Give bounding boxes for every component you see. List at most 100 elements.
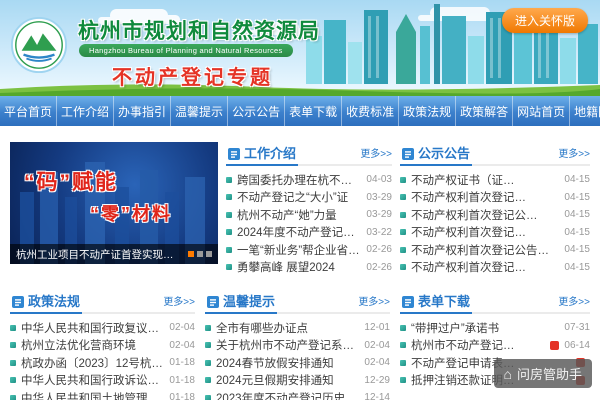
panel-announcements: 公示公告 更多>> 不动产权证书（证… 04-15 不动产权利首次登记… 04-… xyxy=(400,142,590,276)
bullet-icon xyxy=(400,342,406,349)
article-link[interactable]: 勇攀高峰 展望2024 xyxy=(237,259,361,275)
nav-item[interactable]: 办事指引 xyxy=(114,96,172,126)
article-date: 02-26 xyxy=(366,244,392,256)
hot-icon xyxy=(550,340,560,350)
bullet-icon xyxy=(400,246,406,253)
more-link[interactable]: 更多>> xyxy=(558,145,590,164)
site-title: 杭州市规划和自然资源局 xyxy=(78,20,320,43)
bullet-icon xyxy=(226,264,232,271)
article-date: 04-15 xyxy=(564,261,590,273)
list-item: 中华人民共和国土地管理法实… 01-18 xyxy=(10,389,195,400)
document-icon xyxy=(207,295,219,308)
slide-headline-1: “码”赋能 xyxy=(24,171,118,194)
site-title-english: Hangzhou Bureau of Planning and Natural … xyxy=(79,44,293,57)
article-link[interactable]: 不动产权利首次登记… xyxy=(411,259,559,275)
carousel-dot[interactable] xyxy=(206,251,212,257)
article-link[interactable]: 不动产权利首次登记公… xyxy=(411,207,559,223)
bullet-icon xyxy=(226,211,232,218)
panel-work-intro: 工作介绍 更多>> 跨国委托办理在杭不动产业务流… 04-03 xyxy=(226,142,392,276)
article-link[interactable]: 不动产权利首次登记公告… xyxy=(411,242,559,258)
download-icon xyxy=(402,295,414,308)
panel-header: 政策法规 更多>> xyxy=(10,290,195,314)
bullet-icon xyxy=(400,211,406,218)
list-item: 不动产权利首次登记… 04-15 xyxy=(400,259,590,277)
bullet-icon xyxy=(205,377,211,384)
panel-header: 温馨提示 更多>> xyxy=(205,290,390,314)
article-link[interactable]: 杭政办函〔2023〕12号杭… xyxy=(21,355,164,371)
carousel-dots[interactable] xyxy=(188,251,212,257)
article-link[interactable]: 杭州不动产“她”力量 xyxy=(237,207,361,223)
nav-item[interactable]: 公示公告 xyxy=(228,96,286,126)
nav-item[interactable]: 政策解答 xyxy=(456,96,514,126)
nav-item[interactable]: 工作介绍 xyxy=(57,96,115,126)
list-item: 不动产登记之“大小”证 03-29 xyxy=(226,189,392,207)
panel-title-wrap: 温馨提示 xyxy=(205,295,278,314)
list-item: 2023年度不动产登记历史… 12-14 xyxy=(205,389,390,400)
bullet-icon xyxy=(205,342,211,349)
bullet-icon xyxy=(400,264,406,271)
article-link[interactable]: 不动产权利首次登记… xyxy=(411,224,559,240)
article-date: 07-31 xyxy=(564,322,590,334)
more-link[interactable]: 更多>> xyxy=(558,293,590,312)
article-link[interactable]: 不动产权证书（证… xyxy=(411,172,559,188)
list-item: 全市有哪些办证点 12-01 xyxy=(205,319,390,337)
article-date: 02-04 xyxy=(169,322,195,334)
nav-item[interactable]: 政策法规 xyxy=(399,96,457,126)
site-header: 杭州市规划和自然资源局 Hangzhou Bureau of Planning … xyxy=(0,0,600,96)
list-item: 2024年度不动产登记工作… 03-22 xyxy=(226,224,392,242)
form-download-link[interactable]: 杭州市不动产登记… xyxy=(411,337,547,353)
article-link[interactable]: 2024元旦假期安排通知 xyxy=(216,372,359,388)
article-link[interactable]: 不动产权利首次登记… xyxy=(411,189,559,205)
article-date: 03-29 xyxy=(366,209,392,221)
bureau-logo[interactable] xyxy=(10,16,68,74)
nav-item[interactable]: 收费标准 xyxy=(342,96,400,126)
list-item: 杭州不动产“她”力量 03-29 xyxy=(226,206,392,224)
carousel-caption[interactable]: 杭州工业项目不动产证首登实现… xyxy=(16,247,184,262)
list-item: 勇攀高峰 展望2024 02-26 xyxy=(226,259,392,277)
article-date: 02-04 xyxy=(364,339,390,351)
article-list: 跨国委托办理在杭不动产业务流… 04-03 不动产登记之“大小”证 03-29 xyxy=(226,171,392,276)
article-date: 03-22 xyxy=(366,226,392,238)
article-link[interactable]: 中华人民共和国行政诉讼法… xyxy=(21,372,164,388)
document-icon xyxy=(228,147,240,160)
article-link[interactable]: 跨国委托办理在杭不动产业务流… xyxy=(237,172,361,188)
article-date: 01-18 xyxy=(169,392,195,400)
page: 杭州市规划和自然资源局 Hangzhou Bureau of Planning … xyxy=(0,0,600,400)
panel-tips: 温馨提示 更多>> 全市有哪些办证点 12-01 关于杭州市不动产登记系统 02… xyxy=(205,290,390,400)
article-date: 12-01 xyxy=(364,322,390,334)
article-date: 04-15 xyxy=(564,226,590,238)
nav-item[interactable]: 地籍图查询 xyxy=(570,96,600,126)
article-date: 02-04 xyxy=(169,339,195,351)
more-link[interactable]: 更多>> xyxy=(360,145,392,164)
bullet-icon xyxy=(400,229,406,236)
nav-item[interactable]: 表单下载 xyxy=(285,96,343,126)
article-link[interactable]: 不动产登记之“大小”证 xyxy=(237,189,361,205)
bullet-icon xyxy=(226,246,232,253)
article-link[interactable]: 中华人民共和国土地管理法实… xyxy=(21,390,164,400)
news-carousel[interactable]: “码”赋能 “零”材料 杭州工业项目不动产证首登实现… xyxy=(10,142,218,264)
form-download-link[interactable]: “带押过户”承诺书 xyxy=(411,320,559,336)
carousel-dot[interactable] xyxy=(197,251,203,257)
list-item: 不动产权利首次登记… 04-15 xyxy=(400,224,590,242)
more-link[interactable]: 更多>> xyxy=(358,293,390,312)
list-item: 中华人民共和国行政诉讼法… 01-18 xyxy=(10,372,195,390)
article-link[interactable]: 关于杭州市不动产登记系统升… xyxy=(216,337,359,353)
article-date: 12-29 xyxy=(364,374,390,386)
carousel-dot-active[interactable] xyxy=(188,251,194,257)
panel-title-wrap: 工作介绍 xyxy=(226,147,299,166)
article-link[interactable]: 全市有哪些办证点 xyxy=(216,320,359,336)
article-link[interactable]: 2024年度不动产登记工作… xyxy=(237,224,361,240)
article-link[interactable]: 2024春节放假安排通知 xyxy=(216,355,359,371)
article-link[interactable]: 一笔“新业务”帮企业省下80… xyxy=(237,242,361,258)
care-version-button[interactable]: 进入关怀版 xyxy=(501,8,588,33)
bullet-icon xyxy=(400,377,406,384)
nav-item[interactable]: 网站首页 xyxy=(513,96,571,126)
more-link[interactable]: 更多>> xyxy=(163,293,195,312)
article-link[interactable]: 2023年度不动产登记历史… xyxy=(216,390,359,400)
nav-item[interactable]: 平台首页 xyxy=(0,96,58,126)
article-link[interactable]: 杭州立法优化营商环境 xyxy=(21,337,164,353)
article-link[interactable]: 中华人民共和国行政复议法（… xyxy=(21,320,164,336)
nav-item[interactable]: 温馨提示 xyxy=(171,96,229,126)
panel-title-wrap: 政策法规 xyxy=(10,295,83,314)
list-item: 2024元旦假期安排通知 12-29 xyxy=(205,372,390,390)
